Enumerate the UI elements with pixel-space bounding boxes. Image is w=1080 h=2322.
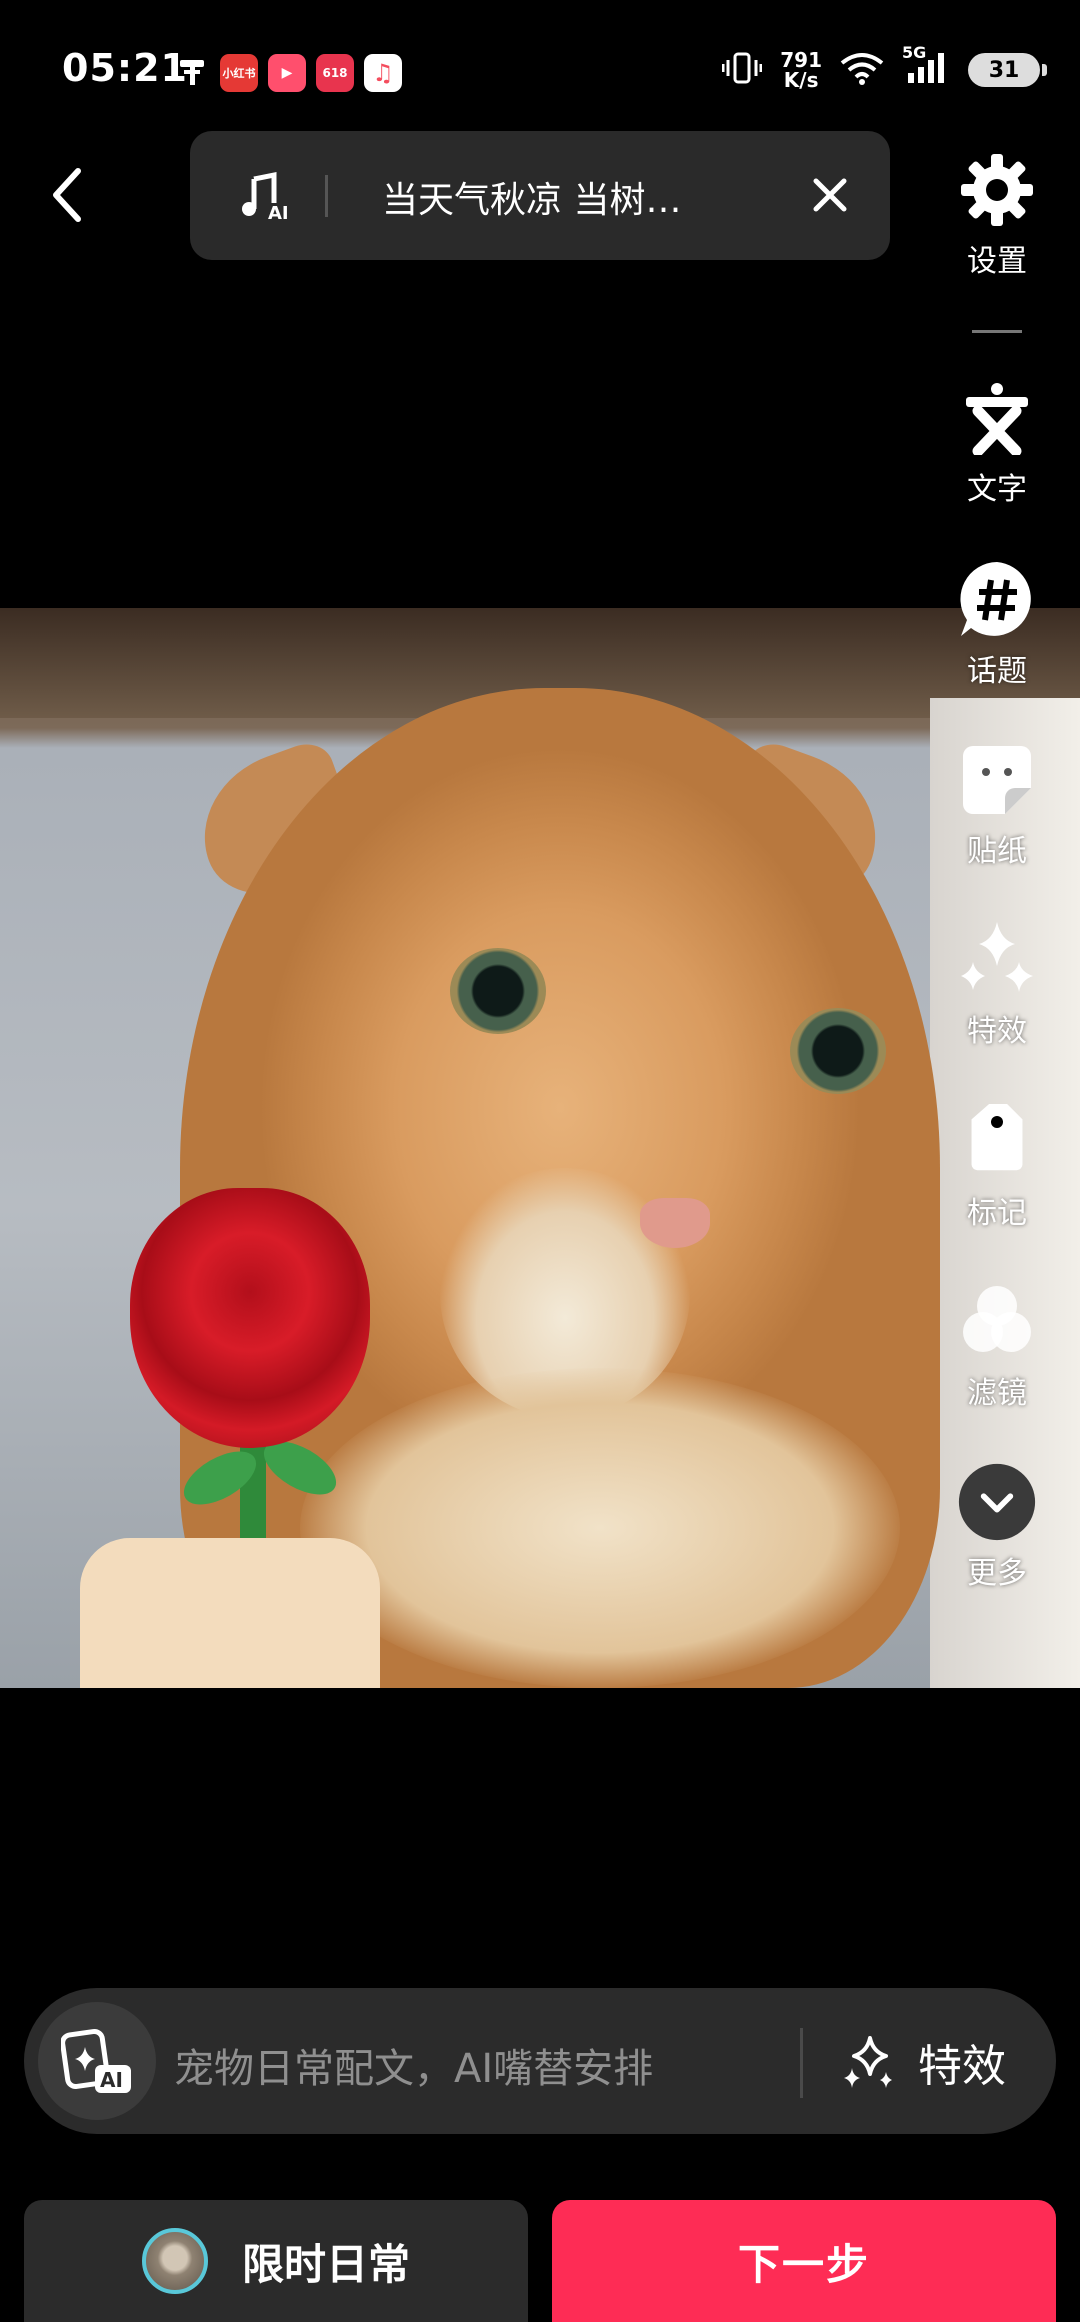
ai-card-icon: AI bbox=[61, 2029, 131, 2093]
filter-icon bbox=[957, 1282, 1037, 1362]
hashtag-icon bbox=[957, 560, 1037, 640]
music-title: 当天气秋凉 当树… bbox=[382, 180, 682, 221]
signal-icon: 5G bbox=[902, 43, 950, 89]
more-tool[interactable]: 更多 bbox=[950, 1462, 1044, 1592]
ai-caption-bar: AI 宠物日常配文，AI嘴替安排 特效 bbox=[24, 1988, 1056, 2134]
avatar bbox=[141, 2228, 208, 2294]
svg-text:AI: AI bbox=[268, 203, 289, 221]
music-ai-icon: AI bbox=[240, 171, 300, 224]
svg-text:AI: AI bbox=[100, 2068, 123, 2092]
chevron-down-icon bbox=[957, 1462, 1037, 1542]
text-tool[interactable]: 文字 bbox=[950, 378, 1044, 508]
net-speed: 791 K/s bbox=[780, 48, 822, 92]
tag-icon bbox=[957, 1102, 1037, 1182]
topic-tool[interactable]: 话题 bbox=[950, 560, 1044, 690]
xiaohongshu-app-icon: 小红书 bbox=[220, 54, 258, 92]
ai-effects-button[interactable]: 特效 bbox=[840, 2024, 1006, 2100]
next-label: 下一步 bbox=[737, 2239, 870, 2289]
sticker-label: 贴纸 bbox=[967, 834, 1027, 869]
gear-icon bbox=[957, 150, 1037, 230]
status-time: 05:21 bbox=[62, 46, 188, 90]
settings-label: 设置 bbox=[967, 244, 1027, 279]
filter-label: 滤镜 bbox=[967, 1376, 1027, 1411]
music-selector[interactable]: AI 当天气秋凉 当树… bbox=[190, 131, 890, 260]
sticker-icon bbox=[957, 740, 1037, 820]
rose-in-image bbox=[130, 1188, 370, 1448]
music-app-icon: ♫ bbox=[364, 54, 402, 92]
effects-tool[interactable]: 特效 bbox=[950, 920, 1044, 1050]
ai-caption-input[interactable]: 宠物日常配文，AI嘴替安排 bbox=[174, 2036, 653, 2094]
effects-label: 特效 bbox=[967, 1014, 1027, 1049]
music-close-button[interactable] bbox=[810, 175, 850, 215]
topic-label: 话题 bbox=[967, 654, 1027, 689]
daily-label: 限时日常 bbox=[241, 2239, 410, 2289]
notification-indicator-icon bbox=[178, 58, 206, 88]
next-step-button[interactable]: 下一步 bbox=[552, 2200, 1056, 2322]
sticker-tool[interactable]: 贴纸 bbox=[950, 740, 1044, 870]
sparkles-icon bbox=[957, 920, 1037, 1000]
wifi-icon bbox=[840, 51, 884, 89]
back-chevron-icon bbox=[53, 168, 81, 222]
sparkles-icon bbox=[844, 2036, 892, 2088]
limited-daily-button[interactable]: 限时日常 bbox=[24, 2200, 528, 2322]
mark-label: 标记 bbox=[967, 1196, 1027, 1231]
text-label: 文字 bbox=[967, 472, 1027, 507]
mark-tool[interactable]: 标记 bbox=[950, 1102, 1044, 1232]
ai-effects-label: 特效 bbox=[918, 2041, 1006, 2092]
text-icon bbox=[957, 378, 1037, 458]
status-bar: 05:21 小红书 ▶ 618 ♫ 791 K/s 5G 31 bbox=[0, 0, 1080, 130]
ai-caption-button[interactable]: AI bbox=[38, 2002, 156, 2120]
back-button[interactable] bbox=[36, 160, 96, 230]
filter-tool[interactable]: 滤镜 bbox=[950, 1282, 1044, 1412]
settings-tool[interactable]: 设置 bbox=[950, 150, 1044, 280]
ai-bar-divider bbox=[800, 2028, 803, 2098]
toolbar-divider bbox=[972, 330, 1022, 333]
vibrate-icon bbox=[721, 51, 763, 89]
status-right-group: 791 K/s 5G 31 bbox=[721, 43, 1047, 94]
close-icon bbox=[813, 178, 847, 212]
shopping-618-app-icon: 618 bbox=[316, 54, 354, 92]
more-label: 更多 bbox=[967, 1556, 1027, 1591]
battery-indicator: 31 bbox=[968, 53, 1047, 87]
video-app-icon: ▶ bbox=[268, 54, 306, 92]
edit-preview-image[interactable] bbox=[0, 608, 1080, 1688]
pill-divider bbox=[325, 175, 328, 217]
